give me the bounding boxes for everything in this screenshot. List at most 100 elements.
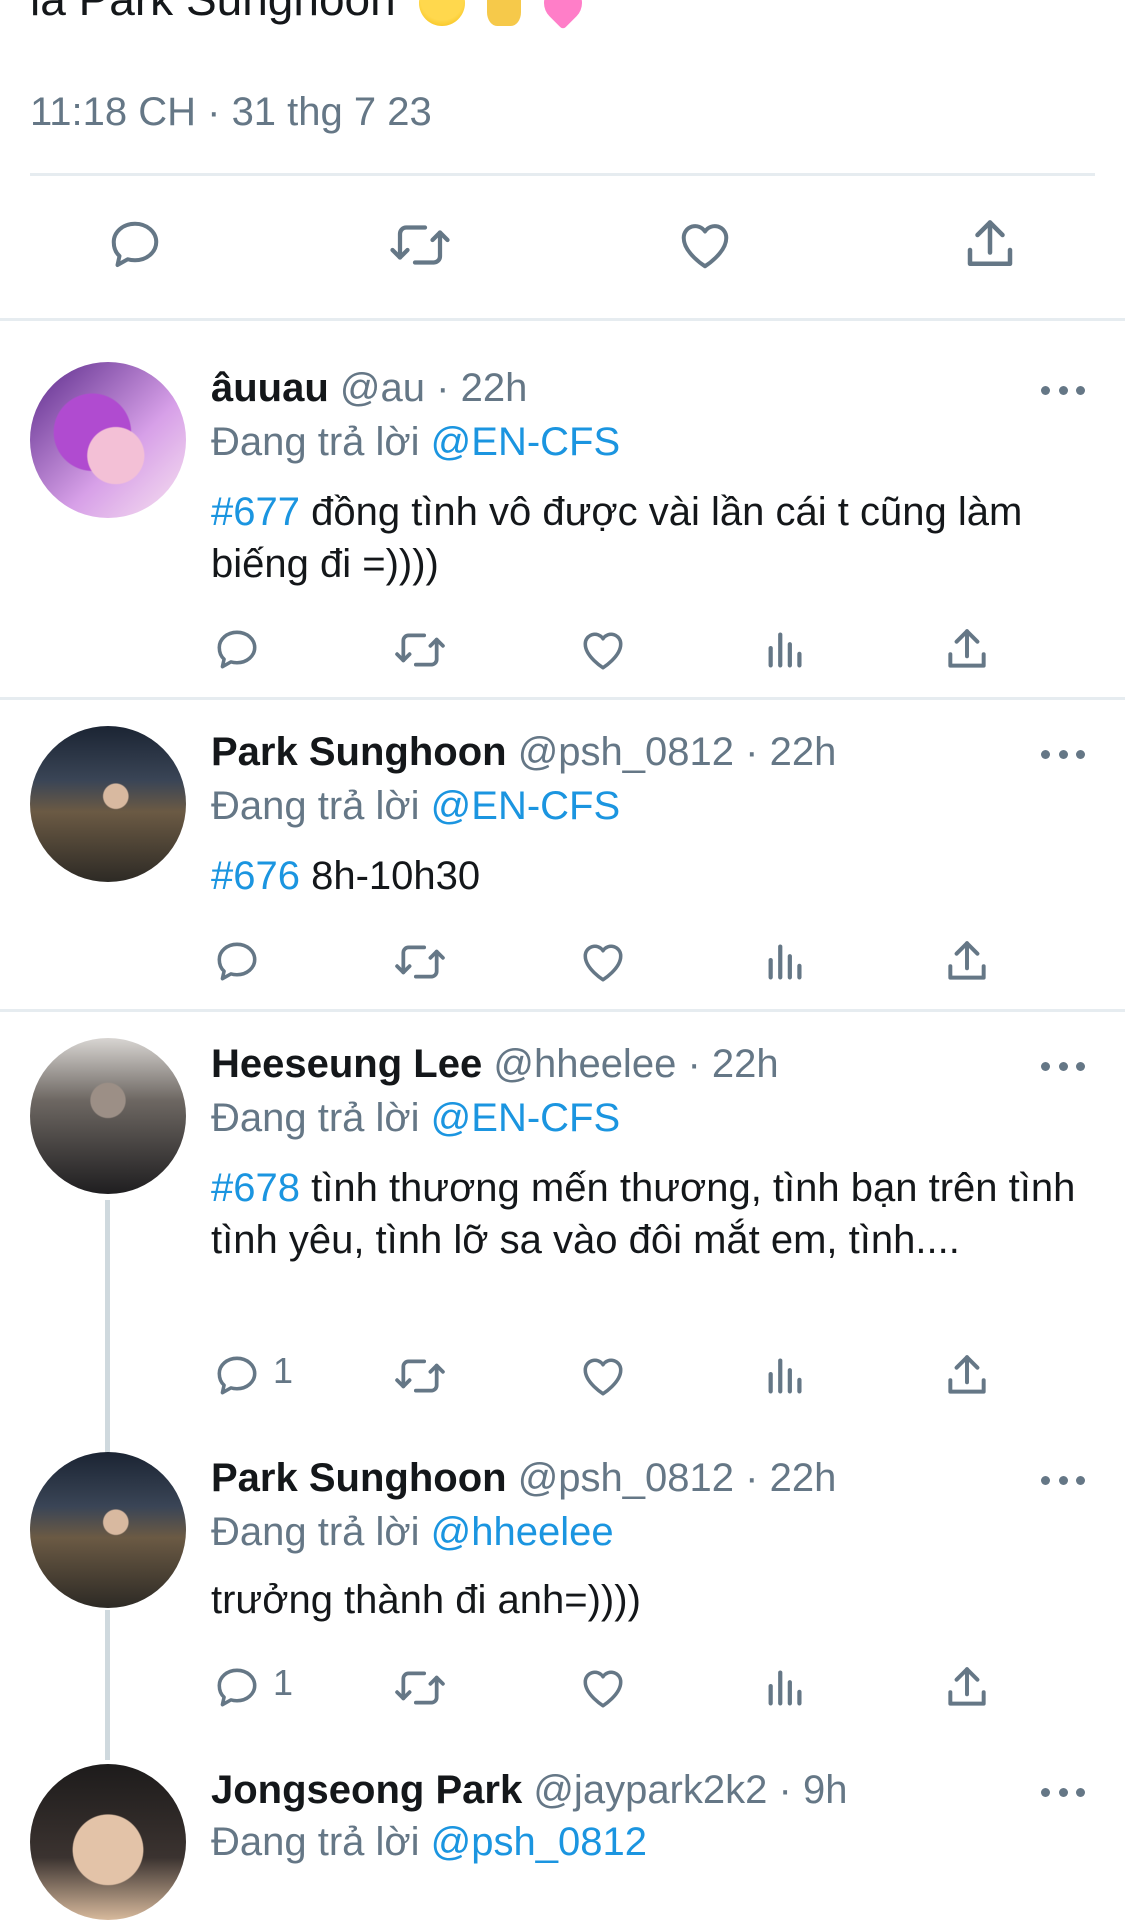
reply-actions: 1: [0, 1346, 1125, 1406]
reply-header: Park Sunghoon @psh_0812 · 22h: [211, 730, 836, 775]
reply-text: tình thương mến thương, tình bạn trên tì…: [211, 1166, 1076, 1262]
separator: [0, 318, 1125, 321]
more-options-button[interactable]: [1041, 384, 1085, 396]
like-icon: [583, 1670, 623, 1708]
retweet-button[interactable]: [390, 620, 450, 680]
mention-link[interactable]: @EN-CFS: [431, 784, 621, 828]
replying-to-label: Đang trả lời: [211, 1510, 420, 1554]
heart-emoji-icon: [536, 0, 590, 30]
reply-button[interactable]: [207, 1658, 267, 1718]
author-name[interactable]: âuuau: [211, 366, 329, 410]
time-ago: 22h: [769, 1456, 837, 1500]
more-options-button[interactable]: [1041, 1060, 1085, 1072]
avatar[interactable]: [30, 1452, 186, 1608]
reply-button[interactable]: [100, 210, 170, 280]
like-icon: [583, 632, 623, 670]
retweet-button[interactable]: [390, 1346, 450, 1406]
reply-button[interactable]: [207, 1346, 267, 1406]
separator: [0, 697, 1125, 700]
reply-actions: 1: [0, 1658, 1125, 1718]
avatar[interactable]: [30, 1038, 186, 1194]
analytics-button[interactable]: [756, 620, 816, 680]
share-button[interactable]: [937, 620, 997, 680]
tweet-text-content: là Park Sunghoon: [30, 0, 396, 25]
reply-button[interactable]: [207, 932, 267, 992]
thread-connector: [105, 1200, 110, 1470]
author-name[interactable]: Park Sunghoon: [211, 1456, 507, 1500]
mention-link[interactable]: @psh_0812: [431, 1820, 647, 1864]
author-handle: @jaypark2k2: [533, 1768, 768, 1812]
share-button[interactable]: [937, 1658, 997, 1718]
hashtag-link[interactable]: #678: [211, 1166, 300, 1210]
share-button[interactable]: [955, 210, 1025, 280]
retweet-button[interactable]: [390, 1658, 450, 1718]
retweet-button[interactable]: [385, 210, 455, 280]
reply-actions: [0, 620, 1125, 680]
separator-dot: ·: [778, 1768, 792, 1812]
reply-body: #677 đồng tình vô được vài lần cái t cũn…: [211, 486, 1091, 590]
like-button[interactable]: [573, 932, 633, 992]
like-button[interactable]: [573, 620, 633, 680]
more-icon: [1041, 749, 1050, 759]
mention-link[interactable]: @EN-CFS: [431, 1096, 621, 1140]
share-icon: [948, 941, 986, 980]
author-name[interactable]: Jongseong Park: [211, 1768, 522, 1812]
replying-to: Đang trả lời @psh_0812: [211, 1820, 647, 1865]
share-button[interactable]: [937, 932, 997, 992]
reply-text: trưởng thành đi anh=)))): [211, 1578, 641, 1622]
author-handle: @psh_0812: [517, 1456, 735, 1500]
author-name[interactable]: Park Sunghoon: [211, 730, 507, 774]
share-icon: [948, 1355, 986, 1394]
like-icon: [583, 944, 623, 982]
more-icon: [1041, 1787, 1050, 1797]
separator-dot: ·: [745, 730, 759, 774]
avatar[interactable]: [30, 726, 186, 882]
reply-actions: [0, 932, 1125, 992]
analytics-button[interactable]: [756, 1658, 816, 1718]
author-name[interactable]: Heeseung Lee: [211, 1042, 482, 1086]
analytics-icon: [768, 1358, 802, 1394]
mention-link[interactable]: @hheelee: [431, 1510, 614, 1554]
retweet-icon: [395, 945, 445, 979]
analytics-icon: [768, 1670, 802, 1706]
main-tweet-actions: [0, 210, 1125, 290]
more-icon: [1041, 1061, 1050, 1071]
analytics-button[interactable]: [756, 932, 816, 992]
like-icon: [681, 224, 729, 269]
avatar[interactable]: [30, 362, 186, 518]
time-ago: 9h: [802, 1768, 848, 1812]
separator-dot: ·: [745, 1456, 759, 1500]
hashtag-link[interactable]: #677: [211, 490, 300, 534]
analytics-icon: [768, 632, 802, 668]
reply-text: đồng tình vô được vài lần cái t cũng làm…: [211, 490, 1023, 586]
author-handle: @au: [339, 366, 426, 410]
mention-link[interactable]: @EN-CFS: [431, 420, 621, 464]
reply-header: Heeseung Lee @hheelee · 22h: [211, 1042, 779, 1087]
like-button[interactable]: [573, 1658, 633, 1718]
replying-to-label: Đang trả lời: [211, 1096, 420, 1140]
replying-to: Đang trả lời @EN-CFS: [211, 1096, 620, 1141]
retweet-icon: [395, 633, 445, 667]
separator-dot: ·: [436, 366, 450, 410]
more-options-button[interactable]: [1041, 1474, 1085, 1486]
hashtag-link[interactable]: #676: [211, 854, 300, 898]
more-options-button[interactable]: [1041, 1786, 1085, 1798]
more-icon: [1041, 1475, 1050, 1485]
reply-header: Park Sunghoon @psh_0812 · 22h: [211, 1456, 836, 1501]
like-button[interactable]: [670, 210, 740, 280]
reply-count: 1: [273, 1350, 294, 1391]
like-button[interactable]: [573, 1346, 633, 1406]
share-icon: [948, 629, 986, 668]
replying-to-label: Đang trả lời: [211, 784, 420, 828]
separator: [0, 1009, 1125, 1012]
reply-button[interactable]: [207, 620, 267, 680]
retweet-icon: [395, 1359, 445, 1393]
time-ago: 22h: [769, 730, 837, 774]
analytics-button[interactable]: [756, 1346, 816, 1406]
author-handle: @hheelee: [493, 1042, 677, 1086]
more-options-button[interactable]: [1041, 748, 1085, 760]
share-button[interactable]: [937, 1346, 997, 1406]
avatar[interactable]: [30, 1764, 186, 1920]
share-icon: [948, 1667, 986, 1706]
retweet-button[interactable]: [390, 932, 450, 992]
